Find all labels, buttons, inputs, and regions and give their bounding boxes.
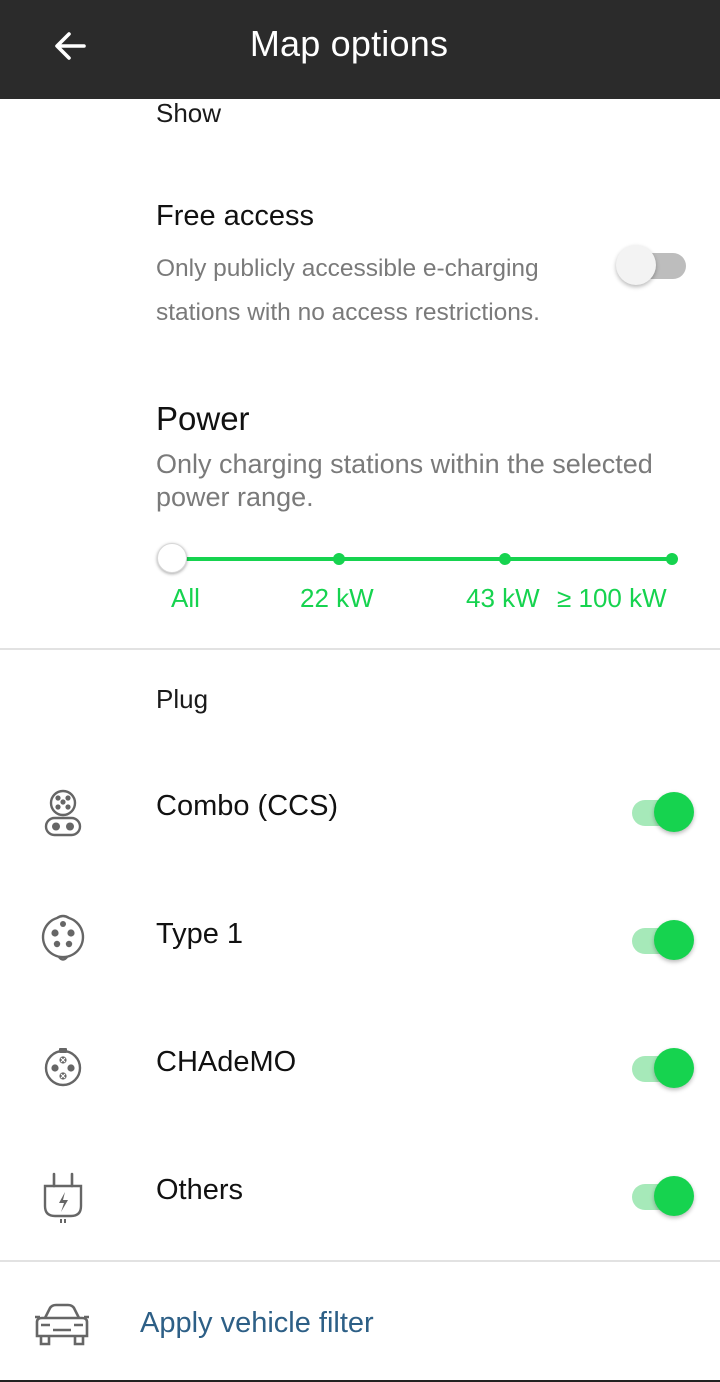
free-access-title: Free access xyxy=(156,200,314,232)
slider-stop-22kw[interactable] xyxy=(333,553,345,565)
others-toggle[interactable] xyxy=(628,1176,698,1216)
power-title: Power xyxy=(156,400,250,437)
plug-row-combo-ccs[interactable]: Combo (CCS) xyxy=(0,752,720,872)
tick-label-43kw: 43 kW xyxy=(466,583,540,613)
section-label-show: Show xyxy=(156,98,222,128)
plug-row-others[interactable]: Others xyxy=(0,1136,720,1256)
slider-stop-100kw[interactable] xyxy=(666,553,678,565)
chademo-toggle[interactable] xyxy=(628,1048,698,1088)
free-access-description-line2: stations with no access restrictions. xyxy=(156,299,540,326)
top-app-bar: Map options xyxy=(0,0,720,99)
power-range-slider[interactable] xyxy=(156,540,686,580)
free-access-toggle[interactable] xyxy=(616,245,686,285)
plug-row-type1[interactable]: Type 1 xyxy=(0,880,720,1000)
slider-track xyxy=(172,557,672,561)
toggle-thumb xyxy=(616,245,656,285)
plug-row-chademo[interactable]: CHAdeMO xyxy=(0,1008,720,1128)
tick-label-22kw: 22 kW xyxy=(300,583,374,613)
toggle-thumb xyxy=(654,920,694,960)
apply-vehicle-filter-label: Apply vehicle filter xyxy=(140,1307,374,1339)
plug-label: Others xyxy=(156,1174,244,1206)
car-icon xyxy=(35,1303,89,1346)
apply-vehicle-filter-button[interactable]: Apply vehicle filter xyxy=(0,1262,720,1382)
slider-stop-43kw[interactable] xyxy=(499,553,511,565)
chademo-plug-icon xyxy=(44,1048,82,1087)
power-description-line2: power range. xyxy=(156,482,314,512)
power-description-line1: Only charging stations within the select… xyxy=(156,449,653,479)
page-title: Map options xyxy=(249,23,449,64)
other-plug-icon xyxy=(43,1172,83,1223)
tick-label-100kw: ≥ 100 kW xyxy=(557,583,667,613)
section-label-plug: Plug xyxy=(156,684,209,714)
type1-toggle[interactable] xyxy=(628,920,698,960)
type1-plug-icon xyxy=(41,914,85,961)
toggle-thumb xyxy=(654,792,694,832)
plug-label: CHAdeMO xyxy=(156,1046,297,1078)
ccs-plug-icon xyxy=(44,789,82,837)
free-access-description-line1: Only publicly accessible e-charging xyxy=(156,255,539,282)
tick-label-all: All xyxy=(171,583,200,613)
plug-label: Combo (CCS) xyxy=(156,790,339,822)
slider-thumb[interactable] xyxy=(157,543,187,573)
toggle-thumb xyxy=(654,1048,694,1088)
divider xyxy=(0,648,720,650)
plug-label: Type 1 xyxy=(156,918,244,950)
toggle-thumb xyxy=(654,1176,694,1216)
combo-ccs-toggle[interactable] xyxy=(628,792,698,832)
